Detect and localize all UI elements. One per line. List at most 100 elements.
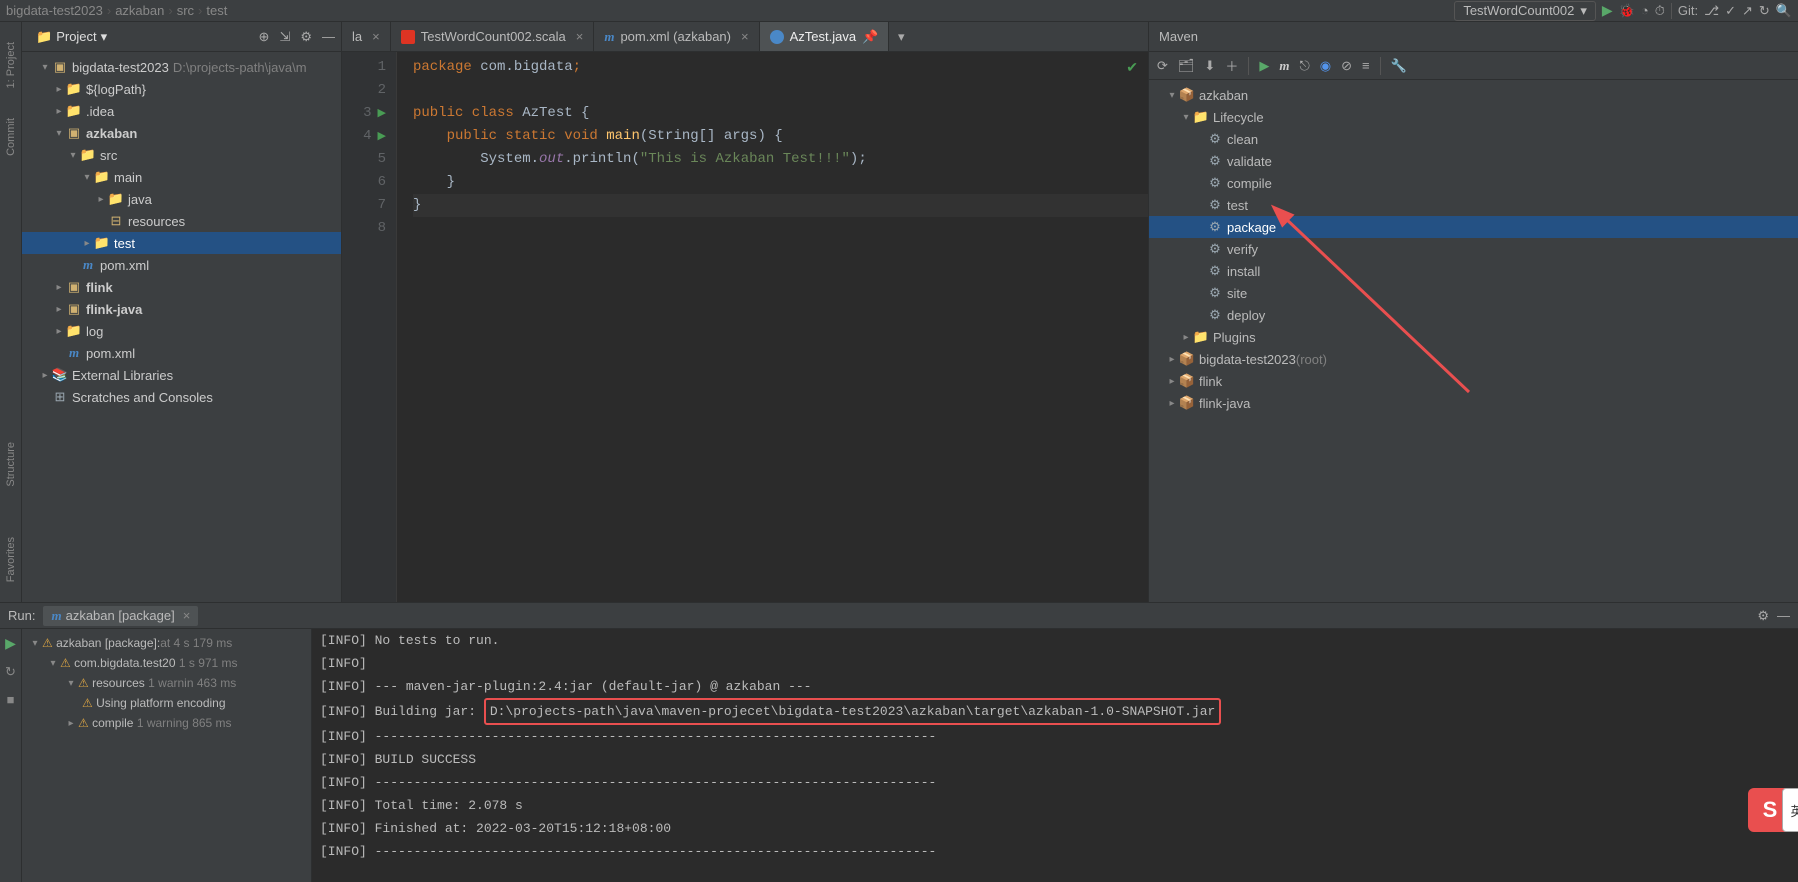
generate-sources-icon[interactable]: 🗂 <box>1178 58 1195 74</box>
settings-icon[interactable]: 🔧 <box>1391 58 1407 74</box>
project-tree[interactable]: ▾▣bigdata-test2023D:\projects-path\java\… <box>22 52 341 602</box>
close-icon[interactable]: × <box>183 608 191 623</box>
run-button[interactable]: ▶ <box>1602 2 1613 19</box>
maven-goal[interactable]: ⚙verify <box>1149 238 1798 260</box>
tree-node[interactable]: ▸📁java <box>22 188 341 210</box>
maven-module[interactable]: ▸📦flink <box>1149 370 1798 392</box>
tree-node[interactable]: ▸▣flink <box>22 276 341 298</box>
run-label: Run: <box>8 608 35 623</box>
cycle-icon[interactable]: ◉ <box>1320 58 1331 74</box>
tree-node[interactable]: ▸📁${logPath} <box>22 78 341 100</box>
skip-tests-icon[interactable]: ⊘ <box>1341 58 1352 74</box>
project-tool-tab[interactable]: 1: Project <box>5 42 17 88</box>
git-push-icon[interactable]: ↗ <box>1742 3 1753 19</box>
module-icon: ▣ <box>66 301 82 317</box>
editor-tab[interactable]: TestWordCount002.scala× <box>391 22 595 51</box>
run-tree[interactable]: ▾⚠ azkaban [package]: at 4 s 179 ms ▾⚠ c… <box>22 629 312 882</box>
breadcrumb-item[interactable]: test <box>206 3 227 18</box>
run-tree-node[interactable]: ▸⚠ compile 1 warning 865 ms <box>22 713 311 733</box>
maven-goal[interactable]: ⚙clean <box>1149 128 1798 150</box>
ime-lang[interactable]: 英 <box>1782 788 1798 832</box>
editor-tab[interactable]: la× <box>342 22 391 51</box>
maven-goal[interactable]: ⚙compile <box>1149 172 1798 194</box>
tree-node[interactable]: ▾📁src <box>22 144 341 166</box>
profile-button[interactable]: ⏱ <box>1655 3 1665 19</box>
inspection-ok-icon[interactable]: ✔ <box>1126 58 1138 81</box>
structure-tool-tab[interactable]: Structure <box>5 442 17 487</box>
run-tree-node[interactable]: ▾⚠ resources 1 warnin 463 ms <box>22 673 311 693</box>
code-content[interactable]: ✔ package com.bigdata; public class AzTe… <box>397 52 1148 602</box>
add-icon[interactable]: ＋ <box>1225 56 1238 75</box>
download-icon[interactable]: ⬇ <box>1204 58 1215 74</box>
maven-module[interactable]: ▸📦bigdata-test2023 (root) <box>1149 348 1798 370</box>
run-tab[interactable]: m azkaban [package] × <box>43 606 198 626</box>
tree-node[interactable]: ▸📁log <box>22 320 341 342</box>
hide-icon[interactable]: — <box>1777 608 1790 623</box>
close-icon[interactable]: × <box>576 29 584 44</box>
breadcrumb-item[interactable]: src <box>177 3 194 18</box>
favorites-tool-tab[interactable]: Favorites <box>5 537 17 582</box>
tree-root[interactable]: ▾▣bigdata-test2023D:\projects-path\java\… <box>22 56 341 78</box>
hide-icon[interactable]: — <box>322 29 335 44</box>
tree-node[interactable]: ⊟resources <box>22 210 341 232</box>
editor-tab[interactable]: mpom.xml (azkaban)× <box>594 22 759 51</box>
run-gutter-icon[interactable]: ▶ <box>378 131 386 143</box>
git-update-icon[interactable]: ↻ <box>1759 3 1770 19</box>
debug-button[interactable]: 🐞 <box>1619 3 1635 19</box>
maven-goal[interactable]: ⚙test <box>1149 194 1798 216</box>
rerun-icon[interactable]: ▶ <box>5 635 16 652</box>
tree-node[interactable]: mpom.xml <box>22 342 341 364</box>
project-view-selector[interactable]: 📁 Project ▾ <box>28 27 115 47</box>
run-console[interactable]: [INFO] No tests to run.[INFO][INFO] --- … <box>312 629 1798 882</box>
maven-m-icon[interactable]: m <box>1279 58 1289 74</box>
maven-lifecycle[interactable]: ▾📁Lifecycle <box>1149 106 1798 128</box>
tree-node-test[interactable]: ▸📁test <box>22 232 341 254</box>
tree-external-libs[interactable]: ▸📚External Libraries <box>22 364 341 386</box>
search-icon[interactable]: 🔍 <box>1776 3 1792 19</box>
more-tabs-icon[interactable]: ▾ <box>889 22 913 51</box>
maven-goal-package[interactable]: ⚙package <box>1149 216 1798 238</box>
maven-goal[interactable]: ⚙validate <box>1149 150 1798 172</box>
run-maven-icon[interactable]: ▶ <box>1259 58 1269 74</box>
tree-node[interactable]: ▸📁.idea <box>22 100 341 122</box>
tree-node[interactable]: ▾📁main <box>22 166 341 188</box>
gear-icon[interactable]: ⚙ <box>1757 608 1769 624</box>
git-commit-icon[interactable]: ✓ <box>1725 3 1736 19</box>
maven-goal[interactable]: ⚙deploy <box>1149 304 1798 326</box>
maven-module[interactable]: ▸📦flink-java <box>1149 392 1798 414</box>
expand-all-icon[interactable]: ⇲ <box>279 29 290 45</box>
collapse-icon[interactable]: ≡ <box>1362 58 1370 73</box>
close-icon[interactable]: × <box>372 29 380 44</box>
run-tree-root[interactable]: ▾⚠ azkaban [package]: at 4 s 179 ms <box>22 633 311 653</box>
toggle-offline-icon[interactable]: ⎋ <box>1299 58 1309 74</box>
commit-tool-tab[interactable]: Commit <box>5 118 17 156</box>
maven-goal[interactable]: ⚙site <box>1149 282 1798 304</box>
gear-icon[interactable]: ⚙ <box>300 29 312 45</box>
tree-node-azkaban[interactable]: ▾▣azkaban <box>22 122 341 144</box>
folder-icon: 📁 <box>94 235 110 251</box>
stop-icon[interactable]: ↻ <box>5 664 16 680</box>
editor-tab-active[interactable]: AzTest.java📌 <box>760 22 890 51</box>
run-config-selector[interactable]: TestWordCount002 ▾ <box>1454 1 1596 21</box>
code-editor[interactable]: 1 2 3▶ 4▶ 5 6 7 8 ✔ package com.bigdata;… <box>342 52 1148 602</box>
maven-goal[interactable]: ⚙install <box>1149 260 1798 282</box>
run-tree-leaf[interactable]: ⚠ Using platform encoding <box>22 693 311 713</box>
gear-icon: ⚙ <box>1207 153 1223 169</box>
run-tree-node[interactable]: ▾⚠ com.bigdata.test20 1 s 971 ms <box>22 653 311 673</box>
maven-module[interactable]: ▾📦azkaban <box>1149 84 1798 106</box>
breadcrumb-item[interactable]: azkaban <box>115 3 164 18</box>
stop-icon[interactable]: ■ <box>7 692 15 707</box>
close-icon[interactable]: × <box>741 29 749 44</box>
tree-node[interactable]: ▸▣flink-java <box>22 298 341 320</box>
reload-icon[interactable]: ⟳ <box>1157 58 1168 74</box>
maven-plugins[interactable]: ▸📁Plugins <box>1149 326 1798 348</box>
locate-icon[interactable]: ⊕ <box>259 29 270 45</box>
run-gutter-icon[interactable]: ▶ <box>378 108 386 120</box>
tree-scratches[interactable]: ⊞Scratches and Consoles <box>22 386 341 408</box>
maven-tree[interactable]: ▾📦azkaban ▾📁Lifecycle ⚙clean ⚙validate ⚙… <box>1149 80 1798 602</box>
breadcrumb-item[interactable]: bigdata-test2023 <box>6 3 103 18</box>
tree-node[interactable]: mpom.xml <box>22 254 341 276</box>
pin-icon[interactable]: 📌 <box>862 29 878 45</box>
git-branch-icon[interactable]: ⎇ <box>1704 3 1719 19</box>
coverage-button[interactable]: ◔ <box>1641 3 1649 18</box>
